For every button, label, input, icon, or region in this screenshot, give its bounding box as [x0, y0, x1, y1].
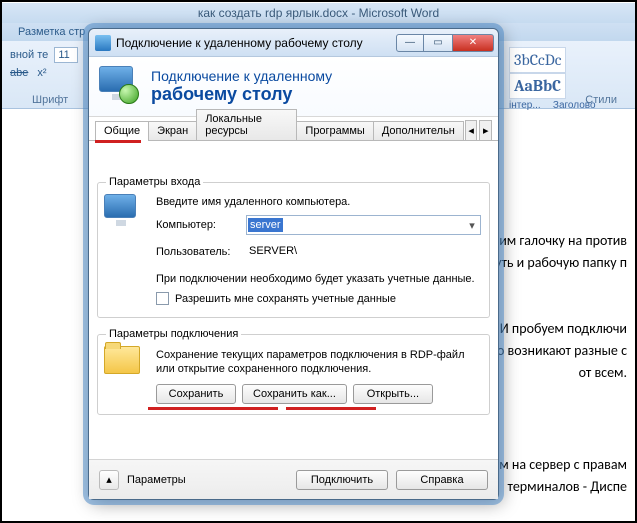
style-sample-2[interactable]: AaBbC — [509, 73, 566, 99]
doc-line: терминалов - Диспе — [508, 476, 627, 498]
open-button[interactable]: Открыть... — [353, 384, 433, 404]
maximize-button[interactable]: ▭ — [424, 34, 452, 52]
computer-icon — [104, 194, 142, 228]
tab-general[interactable]: Общие — [95, 121, 149, 141]
doc-line: о возникают разные с — [497, 340, 627, 362]
font-theme-label: вной те — [10, 49, 48, 61]
save-credentials-checkbox[interactable] — [156, 292, 169, 305]
doc-line: И пробуем подключи — [500, 318, 627, 340]
doc-line: уть и рабочую папку п — [495, 252, 627, 274]
dialog-header: Подключение к удаленному рабочему столу — [89, 57, 498, 117]
doc-line: м на сервер с правам — [499, 454, 627, 476]
login-intro: Введите имя удаленного компьютера. — [156, 196, 481, 208]
ribbon-section-styles: Стили — [585, 94, 617, 106]
annotation-line — [286, 407, 376, 410]
save-credentials-label: Разрешить мне сохранять учетные данные — [175, 293, 396, 305]
options-label[interactable]: Параметры — [127, 474, 186, 486]
user-value: SERVER\ — [246, 242, 481, 262]
dialog-title: Подключение к удаленному рабочему столу — [116, 36, 396, 50]
save-button[interactable]: Сохранить — [156, 384, 236, 404]
save-as-button[interactable]: Сохранить как... — [242, 384, 347, 404]
group-login: Параметры входа Введите имя удаленного к… — [97, 176, 490, 318]
doc-line: им галочку на против — [499, 230, 627, 252]
folder-icon — [104, 346, 140, 374]
annotation-line — [95, 140, 141, 143]
login-note: При подключении необходимо будет указать… — [156, 272, 477, 286]
tab-scroll-left[interactable]: ◂ — [465, 120, 478, 141]
group-login-legend: Параметры входа — [106, 176, 203, 188]
rdp-header-icon — [99, 66, 141, 108]
tab-programs[interactable]: Программы — [296, 121, 373, 141]
minimize-button[interactable]: — — [396, 34, 424, 52]
group-connection-legend: Параметры подключения — [106, 328, 241, 340]
tab-display[interactable]: Экран — [148, 121, 197, 141]
superscript-button[interactable]: x² — [37, 67, 46, 79]
style-sample-1[interactable]: 3bCcDc — [509, 47, 566, 73]
word-title: как создать rdp ярлык.docx - Microsoft W… — [2, 3, 635, 23]
chevron-down-icon[interactable]: ▾ — [464, 219, 480, 232]
dialog-bottom-bar: ▴ Параметры Подключить Справка — [89, 459, 498, 499]
tab-local-resources[interactable]: Локальные ресурсы — [196, 109, 297, 141]
doc-line: от всем. — [579, 362, 627, 384]
header-line2: рабочему столу — [151, 84, 332, 105]
help-button[interactable]: Справка — [396, 470, 488, 490]
font-size-input[interactable]: 11 — [54, 47, 78, 63]
dialog-titlebar[interactable]: Подключение к удаленному рабочему столу … — [89, 29, 498, 57]
collapse-options-button[interactable]: ▴ — [99, 470, 119, 490]
ribbon-section-font: Шрифт — [32, 94, 68, 106]
group-connection: Параметры подключения Сохранение текущих… — [97, 328, 490, 415]
dialog-tabs: Общие Экран Локальные ресурсы Программы … — [89, 117, 498, 141]
tab-scroll-right[interactable]: ▸ — [479, 120, 492, 141]
header-line1: Подключение к удаленному — [151, 68, 332, 84]
rdp-app-icon — [95, 35, 111, 51]
strikethrough-button[interactable]: abe — [10, 67, 28, 79]
computer-value: server — [248, 218, 283, 232]
computer-label: Компьютер: — [156, 219, 246, 231]
rdp-dialog: Подключение к удаленному рабочему столу … — [88, 28, 499, 500]
close-button[interactable]: ✕ — [452, 34, 494, 52]
connection-text: Сохранение текущих параметров подключени… — [156, 348, 481, 376]
computer-combo[interactable]: server ▾ — [246, 215, 481, 235]
connect-button[interactable]: Подключить — [296, 470, 388, 490]
style-label-1: інтер... — [509, 100, 541, 111]
tab-advanced[interactable]: Дополнительн — [373, 121, 464, 141]
annotation-line — [148, 407, 278, 410]
user-label: Пользователь: — [156, 246, 246, 258]
